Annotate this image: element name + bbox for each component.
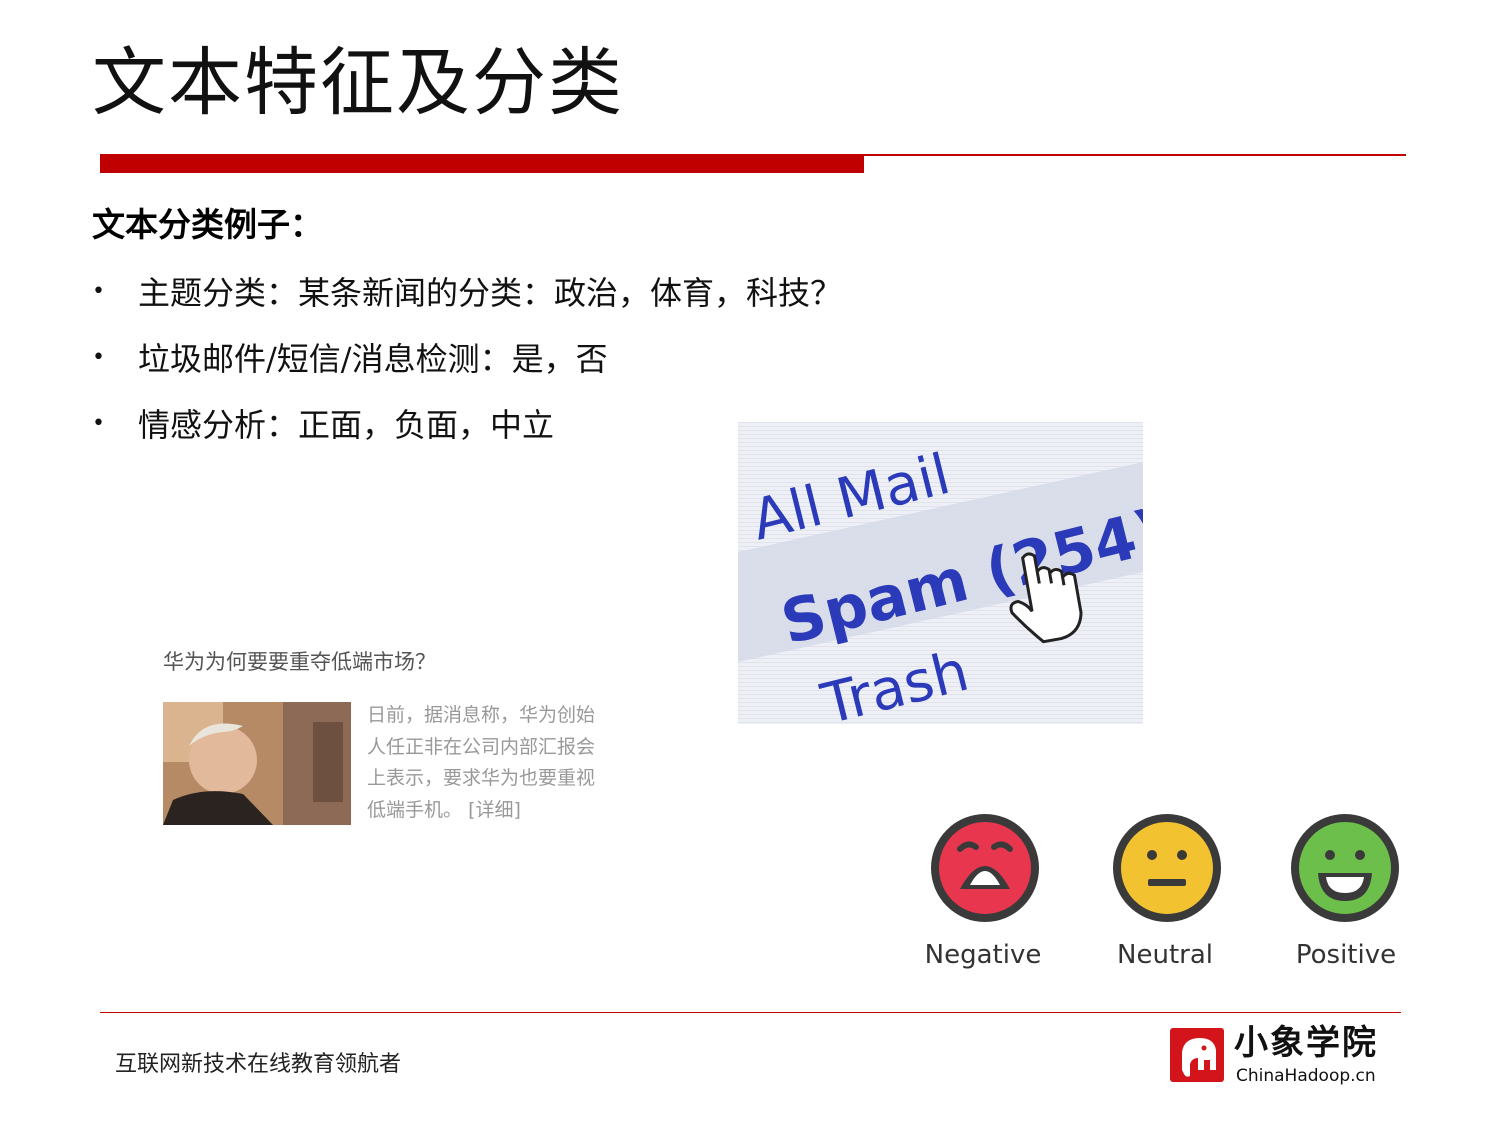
smiling-face-icon [1291, 814, 1399, 922]
news-headline[interactable]: 华为为何要要重夺低端市场？ [163, 646, 436, 676]
title-underline-thick [100, 155, 864, 173]
bullet-item: • 垃圾邮件/短信/消息检测：是，否 [92, 324, 842, 390]
news-photo [163, 702, 351, 825]
neutral-label: Neutral [1117, 940, 1213, 970]
crying-face-icon [931, 814, 1039, 922]
spam-folder-illustration: All Mail Spam (254) Trash [738, 422, 1143, 724]
negative-label: Negative [924, 940, 1042, 970]
slide-title: 文本特征及分类 [92, 40, 624, 126]
logo-url: ChinaHadoop.cn [1236, 1066, 1376, 1086]
neutral-face-icon [1113, 814, 1221, 922]
footer-tagline: 互联网新技术在线教育领航者 [115, 1052, 402, 1077]
bullet-dot-icon: • [92, 344, 105, 370]
bullet-item: • 情感分析：正面，负面，中立 [92, 390, 842, 456]
news-line: 上表示，要求华为也要重视 [367, 767, 596, 789]
logo-name: 小象学院 [1234, 1023, 1378, 1063]
bullet-dot-icon: • [92, 410, 105, 436]
news-summary: 日前，据消息称，华为创始 人任正非在公司内部汇报会 上表示，要求华为也要重视 低… [367, 700, 637, 826]
neutral-face [1112, 813, 1222, 923]
bullet-text: 垃圾邮件/短信/消息检测：是，否 [138, 340, 608, 378]
bullet-dot-icon: • [92, 278, 105, 304]
spam-folder-image: All Mail Spam (254) Trash [738, 422, 1143, 724]
elephant-logo-icon [1170, 1028, 1224, 1082]
positive-face [1290, 813, 1400, 923]
bullet-item: • 主题分类：某条新闻的分类：政治，体育，科技？ [92, 258, 842, 324]
news-last-line: 低端手机。 [367, 798, 463, 821]
footer-divider [100, 1012, 1401, 1013]
news-line: 低端手机。 [详细] [367, 795, 637, 827]
bullet-text: 主题分类：某条新闻的分类：政治，体育，科技？ [138, 274, 843, 312]
bullet-text: 情感分析：正面，负面，中立 [138, 406, 555, 444]
elephant-glyph [1182, 1038, 1216, 1077]
section-subtitle: 文本分类例子： [92, 205, 323, 244]
news-detail-link[interactable]: [详细] [468, 799, 521, 821]
positive-label: Positive [1295, 940, 1397, 970]
news-line: 日前，据消息称，华为创始 [367, 704, 596, 726]
negative-face [930, 813, 1040, 923]
bullet-list: • 主题分类：某条新闻的分类：政治，体育，科技？ • 垃圾邮件/短信/消息检测：… [92, 258, 842, 456]
news-line: 人任正非在公司内部汇报会 [367, 735, 596, 758]
portrait-image [163, 702, 351, 825]
